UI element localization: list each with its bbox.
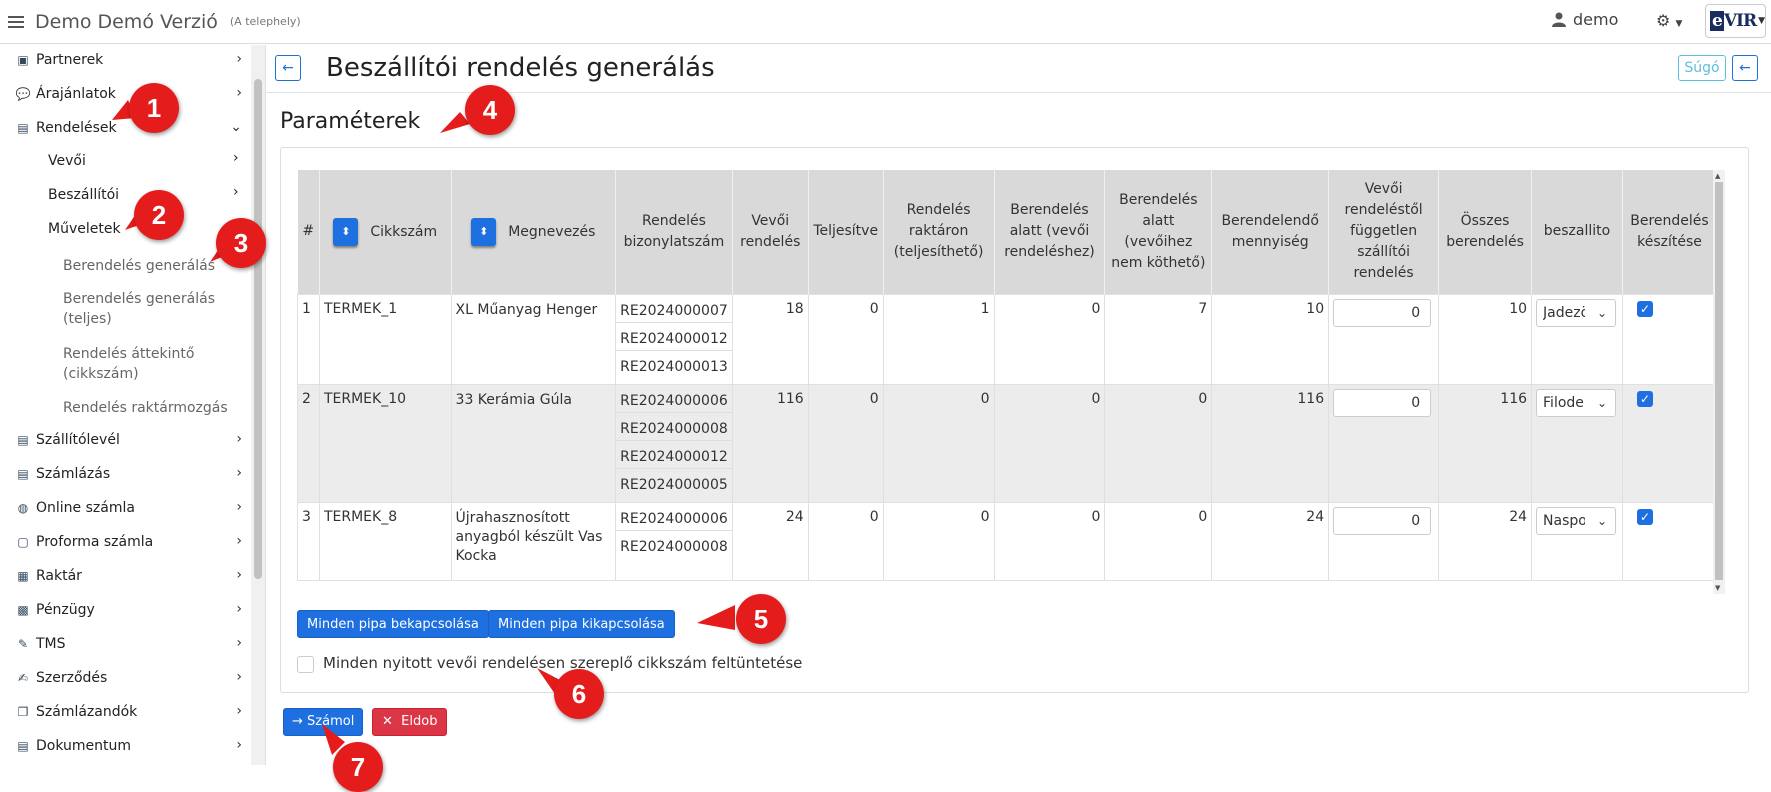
marker-5: 5 bbox=[736, 594, 786, 644]
marker-7: 7 bbox=[333, 742, 383, 792]
marker-6: 6 bbox=[554, 669, 604, 719]
marker-2: 2 bbox=[134, 190, 184, 240]
marker-4: 4 bbox=[465, 85, 515, 135]
marker-3: 3 bbox=[216, 218, 266, 268]
annotation-layer bbox=[112, 100, 735, 755]
marker-1: 1 bbox=[129, 83, 179, 133]
